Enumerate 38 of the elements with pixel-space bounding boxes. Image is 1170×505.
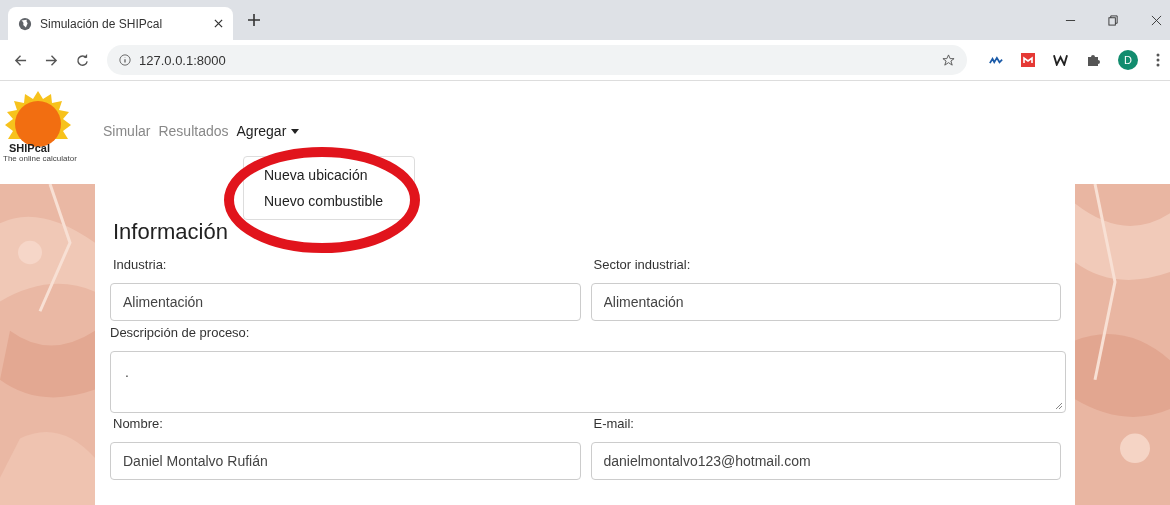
globe-icon	[18, 16, 32, 31]
field-label: Nombre:	[113, 416, 164, 433]
text-field[interactable]: Alimentación	[110, 283, 581, 321]
text-area[interactable]: .	[110, 351, 1066, 413]
section-heading: Información	[113, 219, 229, 245]
tab-title: Simulación de SHIPcal	[40, 16, 164, 31]
field-label: Sector industrial:	[593, 257, 692, 274]
menu-item[interactable]: Nueva ubicación	[244, 167, 414, 183]
resize-handle-icon[interactable]	[1055, 402, 1063, 410]
field-label: Industria:	[113, 257, 168, 274]
browser-tab[interactable]: Simulación de SHIPcal	[8, 7, 233, 40]
text-field[interactable]: danielmontalvo123@hotmail.com	[590, 442, 1061, 480]
text-field[interactable]: Daniel Montalvo Rufián	[110, 442, 581, 480]
puzzle-icon[interactable]	[1086, 53, 1100, 67]
nav-link[interactable]: Simular	[103, 123, 151, 139]
caret-icon	[291, 128, 300, 134]
info-icon	[119, 54, 131, 66]
logo-tagline: The online calculator	[3, 154, 77, 163]
close-icon[interactable]	[1151, 14, 1162, 26]
nav-link[interactable]: Resultados	[158, 123, 229, 139]
restore-icon[interactable]	[1108, 14, 1119, 26]
extension-icon[interactable]	[1053, 54, 1068, 66]
profile-avatar[interactable]: D	[1118, 50, 1138, 70]
field-label: E-mail:	[593, 416, 635, 433]
back-icon[interactable]	[14, 53, 27, 67]
field-label: Descripción de proceso:	[110, 325, 251, 342]
new-tab-icon[interactable]	[248, 14, 260, 26]
nav-link[interactable]: Agregar	[236, 123, 300, 139]
extension-icon[interactable]	[989, 55, 1003, 65]
logo-name: SHIPcal	[9, 142, 50, 154]
more-icon[interactable]	[1156, 53, 1160, 67]
reload-icon[interactable]	[76, 53, 89, 67]
close-icon[interactable]	[214, 19, 223, 28]
forward-icon[interactable]	[45, 53, 58, 67]
text-field[interactable]: Alimentación	[590, 283, 1061, 321]
star-icon[interactable]	[942, 53, 955, 67]
menu-item[interactable]: Nuevo combustible	[244, 193, 414, 209]
address-field[interactable]: 127.0.0.1:8000	[107, 45, 967, 75]
